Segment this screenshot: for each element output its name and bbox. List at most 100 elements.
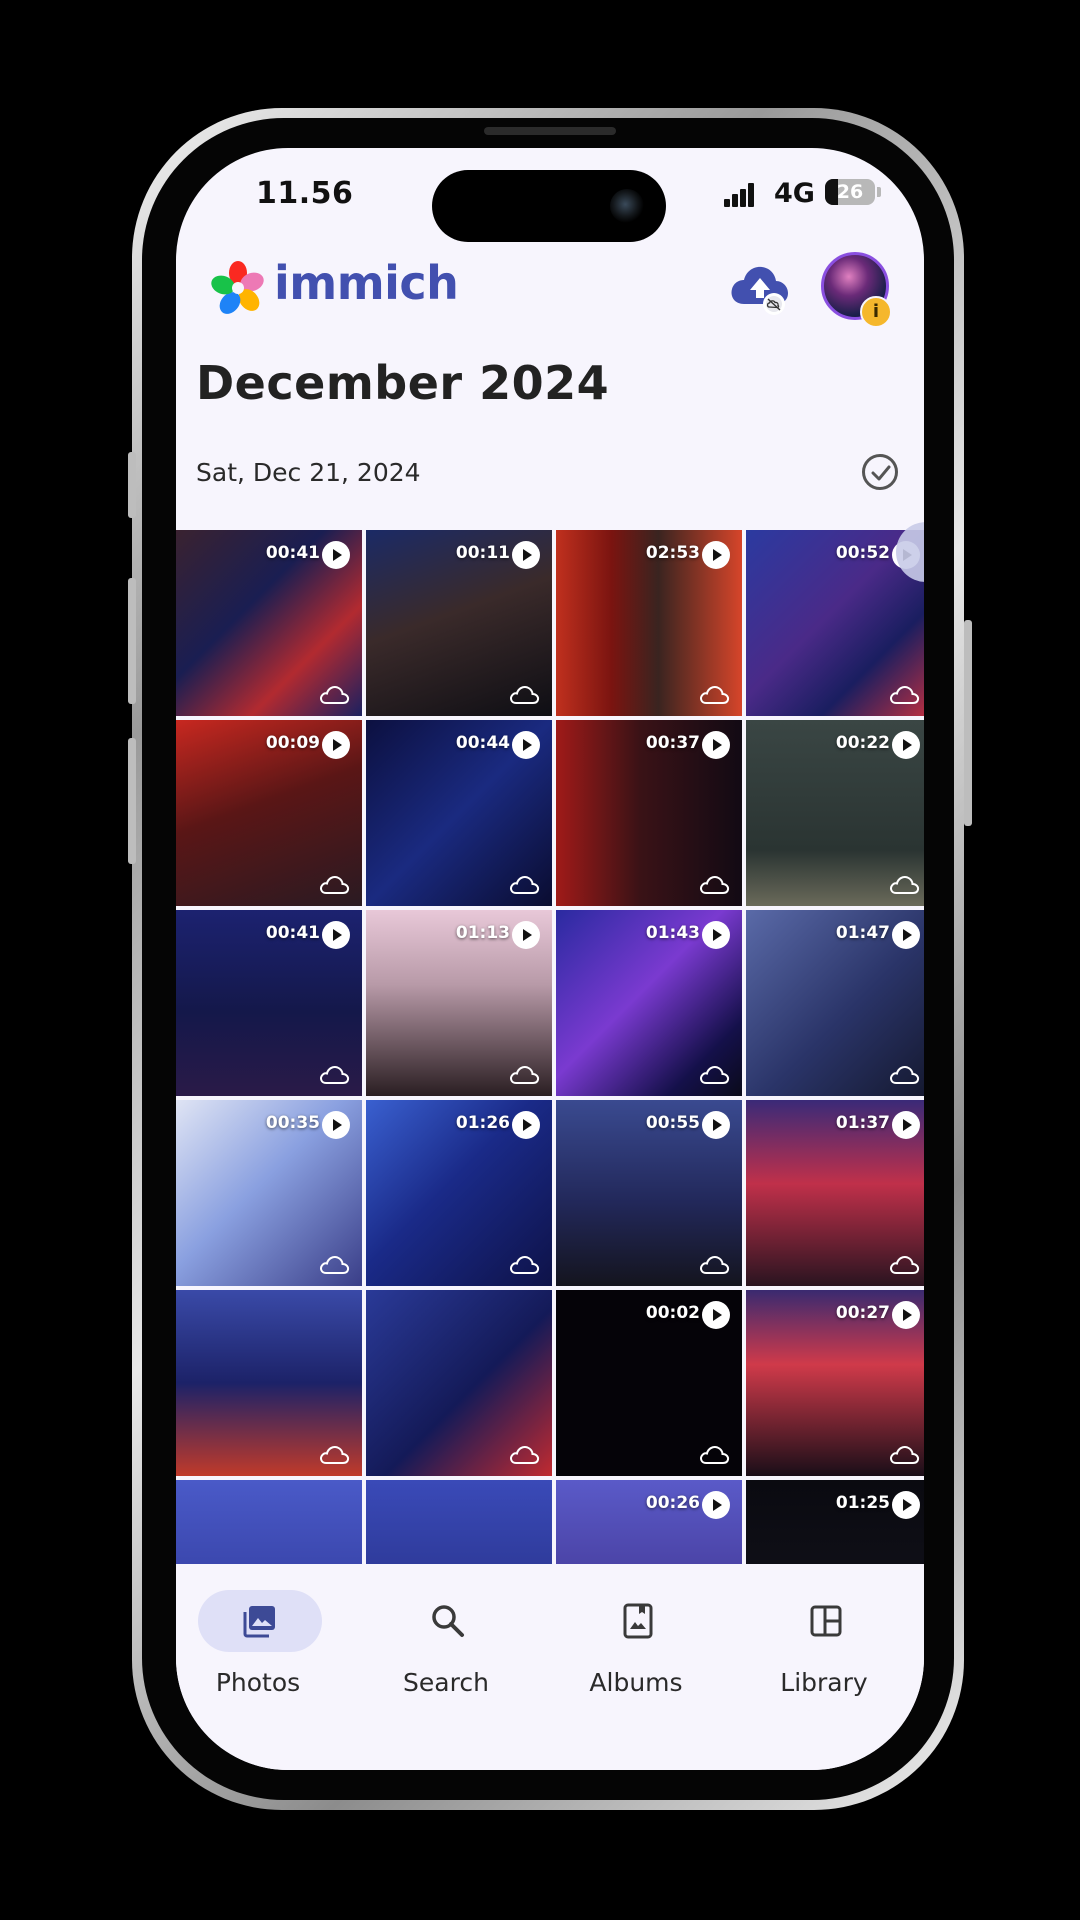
video-duration: 00:26 (645, 1493, 700, 1513)
network-type: 4G (774, 178, 815, 209)
cloud-backup-icon (508, 874, 540, 896)
date-group-label: Sat, Dec 21, 2024 (196, 458, 421, 487)
library-icon (810, 1605, 842, 1637)
cloud-backup-icon (888, 874, 920, 896)
cloud-backup-icon (698, 1444, 730, 1466)
cloud-backup-icon (698, 874, 730, 896)
photo-tile[interactable]: 00:55 (556, 1100, 742, 1286)
nav-albums-label: Albums (589, 1668, 683, 1697)
play-icon (322, 731, 350, 759)
photo-tile[interactable] (176, 1290, 362, 1476)
play-icon (892, 1301, 920, 1329)
status-time: 11.56 (256, 176, 354, 211)
nav-library-label: Library (780, 1668, 868, 1697)
nav-photos[interactable]: Photos (178, 1584, 338, 1704)
video-duration: 00:02 (645, 1303, 700, 1323)
front-camera (610, 189, 644, 223)
play-icon (322, 921, 350, 949)
video-duration: 01:43 (645, 923, 700, 943)
photo-grid: 00:41 00:11 02:53 00:52 00:09 00:44 00:37 00:22… (176, 530, 924, 1570)
photo-tile[interactable] (366, 1480, 552, 1570)
nav-search[interactable]: Search (366, 1584, 526, 1704)
video-duration: 00:52 (835, 543, 890, 563)
cloud-backup-icon (888, 684, 920, 706)
nav-albums[interactable]: Albums (556, 1584, 716, 1704)
photo-tile[interactable]: 00:26 (556, 1480, 742, 1570)
photo-tile[interactable] (366, 1290, 552, 1476)
photo-tile[interactable]: 01:43 (556, 910, 742, 1096)
photo-tile[interactable]: 00:35 (176, 1100, 362, 1286)
photo-tile[interactable]: 00:02 (556, 1290, 742, 1476)
photo-tile[interactable]: 00:11 (366, 530, 552, 716)
cloud-backup-icon (888, 1254, 920, 1276)
video-duration: 01:13 (455, 923, 510, 943)
earpiece (484, 127, 616, 135)
dynamic-island (432, 170, 666, 242)
bottom-navigation: Photos Search Albums Library (176, 1564, 924, 1770)
play-icon (512, 1111, 540, 1139)
play-icon (702, 1111, 730, 1139)
play-icon (892, 1111, 920, 1139)
photo-tile[interactable]: 01:37 (746, 1100, 924, 1286)
video-duration: 01:26 (455, 1113, 510, 1133)
play-icon (322, 541, 350, 569)
video-duration: 00:37 (645, 733, 700, 753)
video-duration: 02:53 (645, 543, 700, 563)
cloud-backup-icon (508, 1254, 540, 1276)
cloud-backup-icon (318, 1444, 350, 1466)
video-duration: 00:55 (645, 1113, 700, 1133)
play-icon (512, 541, 540, 569)
photo-tile[interactable]: 02:53 (556, 530, 742, 716)
video-duration: 00:41 (265, 543, 320, 563)
video-duration: 00:35 (265, 1113, 320, 1133)
cloud-backup-icon (318, 1254, 350, 1276)
screen: 11.56 4G 26 immich i December 2024 Sat, … (176, 148, 924, 1770)
photo-tile[interactable]: 01:47 (746, 910, 924, 1096)
play-icon (702, 731, 730, 759)
cloud-backup-icon (508, 1064, 540, 1086)
signal-icon (724, 181, 764, 207)
play-icon (702, 921, 730, 949)
battery-tip (877, 187, 881, 197)
photo-tile[interactable]: 00:37 (556, 720, 742, 906)
power-button (964, 620, 972, 826)
play-icon (512, 921, 540, 949)
cloud-backup-icon (508, 1444, 540, 1466)
cloud-backup-icon (318, 684, 350, 706)
cloud-backup-icon (318, 874, 350, 896)
photo-tile[interactable] (176, 1480, 362, 1570)
volume-up-button (128, 578, 136, 704)
video-duration: 01:47 (835, 923, 890, 943)
photo-tile[interactable]: 00:09 (176, 720, 362, 906)
photo-tile[interactable]: 01:13 (366, 910, 552, 1096)
cloud-backup-icon (888, 1064, 920, 1086)
cloud-backup-icon (698, 1064, 730, 1086)
cloud-backup-icon (888, 1444, 920, 1466)
play-icon (892, 731, 920, 759)
photo-tile[interactable]: 00:41 (176, 910, 362, 1096)
volume-down-button (128, 738, 136, 864)
photo-tile[interactable]: 01:25 (746, 1480, 924, 1570)
video-duration: 01:25 (835, 1493, 890, 1513)
play-icon (892, 921, 920, 949)
select-day-check-icon[interactable] (862, 454, 898, 490)
photo-tile[interactable]: 00:41 (176, 530, 362, 716)
month-title: December 2024 (196, 356, 610, 410)
photo-tile[interactable]: 00:44 (366, 720, 552, 906)
cloud-backup-icon (698, 1254, 730, 1276)
video-duration: 00:11 (455, 543, 510, 563)
search-icon (432, 1605, 464, 1637)
photo-tile[interactable]: 00:27 (746, 1290, 924, 1476)
photo-tile[interactable]: 01:26 (366, 1100, 552, 1286)
battery-percent: 26 (836, 181, 864, 203)
cloud-backup-icon (698, 684, 730, 706)
video-duration: 00:44 (455, 733, 510, 753)
photo-tile[interactable]: 00:22 (746, 720, 924, 906)
cloud-upload-icon[interactable] (728, 260, 792, 316)
video-duration: 00:22 (835, 733, 890, 753)
video-duration: 00:27 (835, 1303, 890, 1323)
nav-library[interactable]: Library (744, 1584, 904, 1704)
play-icon (702, 1301, 730, 1329)
play-icon (512, 731, 540, 759)
action-button (128, 452, 136, 518)
